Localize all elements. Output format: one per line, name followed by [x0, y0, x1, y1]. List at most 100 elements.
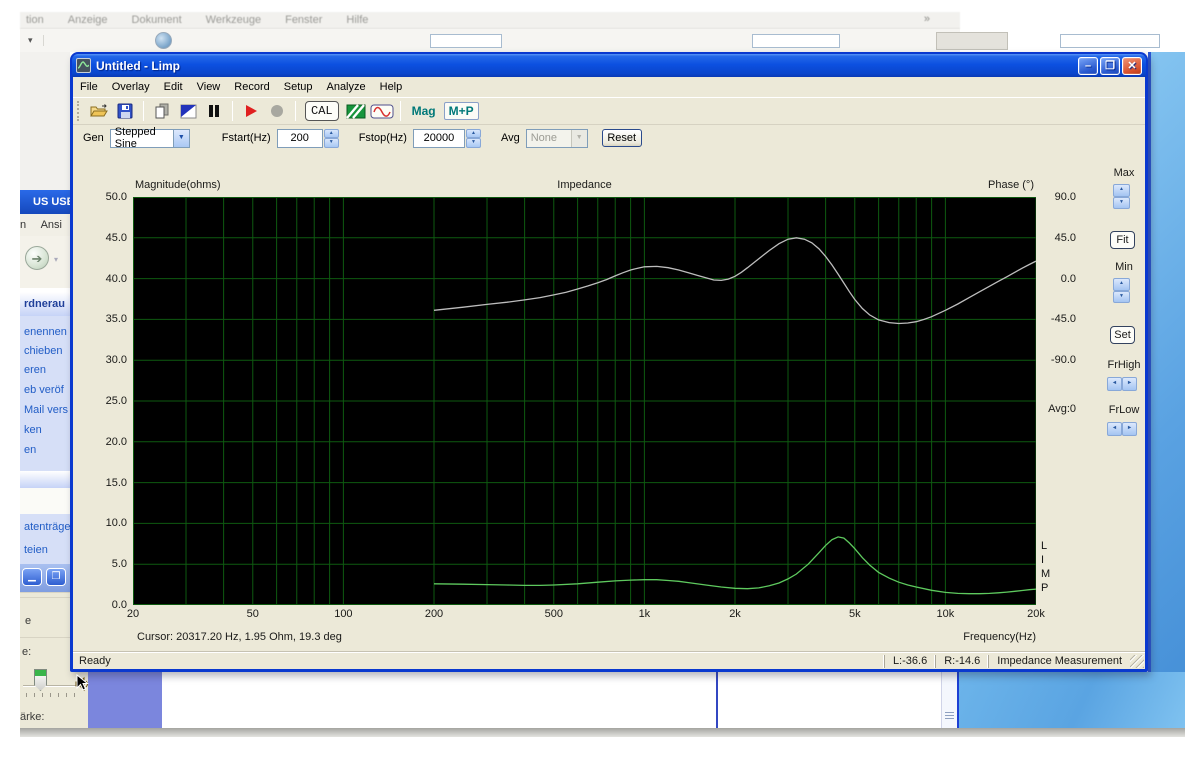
detail-link[interactable]: teien — [24, 544, 48, 556]
forward-arrow-icon[interactable]: ➔ — [25, 246, 49, 270]
detail-link[interactable]: atenträge — [24, 521, 70, 533]
fstart-input[interactable]: 200 — [277, 129, 323, 148]
menu-help[interactable]: Help — [373, 79, 410, 95]
drop-shadow — [20, 728, 1185, 737]
volume-text-fragment: e — [25, 615, 31, 627]
resize-grip[interactable] — [1130, 655, 1144, 668]
menu-record[interactable]: Record — [227, 79, 276, 95]
open-file-icon[interactable] — [86, 101, 112, 121]
spectrum-icon[interactable] — [343, 101, 369, 121]
bg-toolbar-field[interactable] — [1060, 34, 1160, 48]
axis-tick-label: 30.0 — [89, 354, 127, 366]
toolbar-separator — [232, 101, 233, 121]
task-link[interactable]: en — [24, 444, 36, 456]
task-link[interactable]: ken — [24, 424, 42, 436]
axis-tick-label: 20.0 — [89, 436, 127, 448]
details-header — [20, 471, 70, 488]
copy-icon[interactable] — [149, 101, 175, 121]
task-link[interactable]: chieben — [24, 345, 63, 357]
pause-icon[interactable] — [201, 101, 227, 121]
bg-menu-item[interactable]: Dokument — [132, 14, 182, 26]
scrollbar[interactable] — [941, 672, 957, 728]
volume-slider-thumb[interactable] — [34, 669, 47, 691]
bg-menu-item[interactable]: Werkzeuge — [206, 14, 261, 26]
background-pane-left — [162, 672, 718, 728]
impedance-plot-area[interactable] — [133, 197, 1036, 605]
minimize-button[interactable]: ▁ — [22, 568, 42, 586]
task-link[interactable]: Mail vers — [24, 404, 68, 416]
bg-menu-item[interactable]: Hilfe — [346, 14, 368, 26]
cursor-pointer-icon — [77, 675, 88, 690]
toolbar-grip[interactable] — [77, 101, 80, 121]
axis-tick-label: 0.0 — [89, 599, 127, 611]
calibrate-button[interactable]: CAL — [305, 101, 339, 121]
task-link[interactable]: eren — [24, 364, 46, 376]
explorer-menu-frag[interactable]: Ansi — [41, 219, 62, 231]
axis-tick-label: 20 — [127, 608, 139, 620]
averaging-select: None ▼ — [526, 129, 588, 148]
frhigh-stepper[interactable]: ◂▸ — [1107, 377, 1137, 391]
volume-label-fragment: e: — [22, 646, 31, 658]
background-window-bottom-right — [957, 672, 1185, 728]
overflow-chevron-icon[interactable]: » — [924, 13, 930, 25]
volume-slider-track[interactable] — [23, 685, 81, 687]
explorer-menu-frag[interactable]: n — [20, 219, 26, 231]
fstop-input[interactable]: 20000 — [413, 129, 465, 148]
menu-view[interactable]: View — [190, 79, 228, 95]
min-stepper[interactable]: ▲▼ — [1113, 278, 1130, 303]
mouse-cursor-with-speaker — [74, 674, 96, 701]
menu-setup[interactable]: Setup — [277, 79, 320, 95]
task-link[interactable]: enennen — [24, 326, 67, 338]
play-icon[interactable] — [238, 101, 264, 121]
reset-button[interactable]: Reset — [602, 129, 642, 147]
generator-bar: Gen Stepped Sine ▼ Fstart(Hz) 200 ▲▼ Fst… — [73, 125, 1145, 151]
menu-file[interactable]: File — [73, 79, 105, 95]
fit-button[interactable]: Fit — [1110, 231, 1135, 249]
menu-overlay[interactable]: Overlay — [105, 79, 157, 95]
menu-analyze[interactable]: Analyze — [319, 79, 372, 95]
close-button[interactable]: ✕ — [1122, 57, 1142, 75]
record-icon[interactable] — [264, 101, 290, 121]
overlay-icon[interactable] — [175, 101, 201, 121]
sine-generator-icon[interactable] — [369, 101, 395, 121]
max-stepper[interactable]: ▲▼ — [1113, 184, 1130, 209]
dropdown-caret-icon[interactable]: ▾ — [28, 35, 44, 46]
toolbar-separator — [143, 101, 144, 121]
maximize-button[interactable]: ❒ — [1100, 57, 1120, 75]
maximize-button[interactable]: ❒ — [46, 568, 66, 586]
status-level-left: L:-36.6 — [884, 655, 935, 668]
axis-tick-label: 50.0 — [89, 191, 127, 203]
bg-menu-item[interactable]: Anzeige — [68, 14, 108, 26]
window-title: Untitled - Limp — [96, 59, 180, 73]
magnitude-view-button[interactable]: Mag — [412, 104, 436, 118]
bg-menu-item[interactable]: Fenster — [285, 14, 322, 26]
set-button[interactable]: Set — [1110, 326, 1135, 344]
axis-tick-label: 20k — [1027, 608, 1045, 620]
menu-edit[interactable]: Edit — [157, 79, 190, 95]
fstop-stepper[interactable]: ▲▼ — [466, 129, 481, 148]
chevron-down-icon[interactable]: ▼ — [173, 130, 189, 147]
nav-dropdown-caret-icon[interactable]: ▾ — [54, 255, 58, 264]
axis-tick-label: 100 — [334, 608, 352, 620]
minimize-button[interactable]: – — [1078, 57, 1098, 75]
axis-tick-label: 90.0 — [1040, 191, 1076, 203]
frhigh-label: FrHigh — [1103, 359, 1145, 371]
bg-toolbar-button[interactable] — [936, 32, 1008, 50]
fstart-stepper[interactable]: ▲▼ — [324, 129, 339, 148]
limp-titlebar[interactable]: Untitled - Limp – ❒ ✕ — [72, 54, 1146, 77]
axis-tick-label: 45.0 — [1040, 232, 1076, 244]
task-link[interactable]: eb veröf — [24, 384, 64, 396]
frlow-stepper[interactable]: ◂▸ — [1107, 422, 1137, 436]
left-arrow-icon: ◂ — [1107, 377, 1122, 391]
bg-menu-item[interactable]: tion — [26, 14, 44, 26]
avg-label: Avg — [501, 132, 520, 144]
globe-icon[interactable] — [155, 32, 172, 49]
magnitude-phase-view-button[interactable]: M+P — [444, 102, 479, 120]
bg-toolbar-field[interactable] — [430, 34, 502, 48]
save-icon[interactable] — [112, 101, 138, 121]
background-pane-right — [720, 672, 940, 728]
bg-toolbar-field[interactable] — [752, 34, 840, 48]
details-panel: atenträge teien — [20, 514, 70, 564]
generator-type-select[interactable]: Stepped Sine ▼ — [110, 129, 190, 148]
chart-area: Magnitude(ohms) Impedance Phase (°) 50.0… — [73, 151, 1145, 652]
